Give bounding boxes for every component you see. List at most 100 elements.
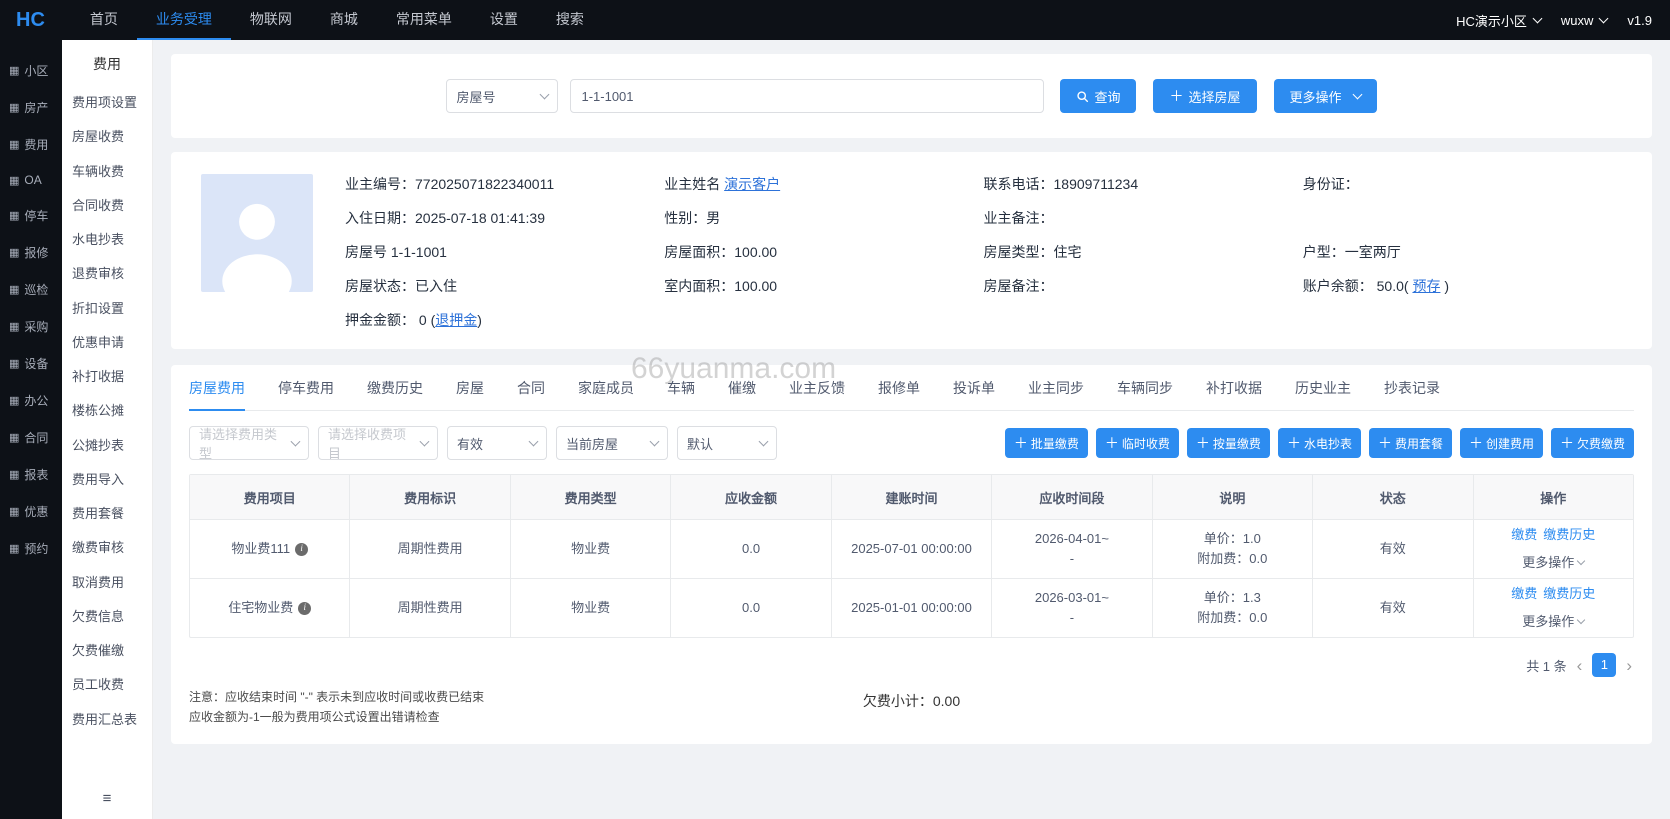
pay-link[interactable]: 缴费 bbox=[1511, 525, 1537, 545]
submenu-item[interactable]: 退费审核 bbox=[62, 257, 152, 291]
nav-item[interactable]: 商城 bbox=[311, 0, 377, 40]
tab[interactable]: 投诉单 bbox=[953, 378, 995, 411]
sidebar-module-item[interactable]: ▦ 预约 bbox=[0, 530, 62, 567]
tab[interactable]: 报修单 bbox=[878, 378, 920, 411]
owner-name-link[interactable]: 演示客户 bbox=[724, 176, 780, 192]
submenu-item[interactable]: 费用套餐 bbox=[62, 497, 152, 531]
tab[interactable]: 业主同步 bbox=[1028, 378, 1084, 411]
submenu-item[interactable]: 合同收费 bbox=[62, 189, 152, 223]
chevron-down-icon bbox=[290, 436, 301, 447]
submenu-item[interactable]: 员工收费 bbox=[62, 668, 152, 702]
sidebar-module-item[interactable]: ▦ 报修 bbox=[0, 234, 62, 271]
submenu-item[interactable]: 楼栋公摊 bbox=[62, 394, 152, 428]
sidebar-module-item[interactable]: ▦ 房产 bbox=[0, 89, 62, 126]
submenu-item[interactable]: 车辆收费 bbox=[62, 155, 152, 189]
page-button[interactable]: 1 bbox=[1592, 653, 1617, 677]
tab[interactable]: 家庭成员 bbox=[578, 378, 634, 411]
filter-select[interactable]: 有效 bbox=[447, 426, 547, 460]
select-house-button[interactable]: ＋ 选择房屋 bbox=[1153, 79, 1257, 113]
chevron-down-icon bbox=[540, 89, 550, 100]
house-number-input[interactable] bbox=[570, 79, 1045, 113]
sidebar-module-item[interactable]: ▦ 小区 bbox=[0, 52, 62, 89]
chevron-down-icon bbox=[1576, 557, 1586, 566]
sidebar-module-item[interactable]: ▦ 设备 bbox=[0, 345, 62, 382]
sidebar-module-item[interactable]: ▦ 报表 bbox=[0, 456, 62, 493]
fee-action-button[interactable]: ＋ 欠费缴费 bbox=[1550, 428, 1634, 458]
pay-history-link[interactable]: 缴费历史 bbox=[1543, 525, 1595, 545]
sidebar-module-item[interactable]: ▦ 优惠 bbox=[0, 493, 62, 530]
nav-item[interactable]: 业务受理 bbox=[136, 0, 231, 40]
nav-item[interactable]: 首页 bbox=[71, 0, 137, 40]
tab[interactable]: 停车费用 bbox=[278, 378, 334, 411]
pay-history-link[interactable]: 缴费历史 bbox=[1543, 584, 1595, 604]
info-icon[interactable]: i bbox=[298, 601, 312, 615]
nav-item[interactable]: 搜索 bbox=[537, 0, 603, 40]
fee-action-button[interactable]: ＋ 临时收费 bbox=[1095, 428, 1179, 458]
fee-action-button[interactable]: ＋ 费用套餐 bbox=[1368, 428, 1452, 458]
submenu-item[interactable]: 房屋收费 bbox=[62, 120, 152, 154]
query-button[interactable]: 查询 bbox=[1060, 79, 1137, 113]
community-selector[interactable]: HC演示小区 bbox=[1456, 11, 1543, 30]
more-actions-button[interactable]: 更多操作 bbox=[1273, 79, 1377, 113]
submenu-item[interactable]: 折扣设置 bbox=[62, 292, 152, 326]
submenu-item[interactable]: 欠费信息 bbox=[62, 600, 152, 634]
filter-select[interactable]: 请选择收费项目 bbox=[318, 426, 438, 461]
nav-item[interactable]: 设置 bbox=[471, 0, 537, 40]
submenu-item[interactable]: 水电抄表 bbox=[62, 223, 152, 257]
submenu-item[interactable]: 公摊抄表 bbox=[62, 429, 152, 463]
arrears-subtotal: 欠费小计：0.00 bbox=[862, 693, 961, 709]
fee-action-button[interactable]: ＋ 创建费用 bbox=[1459, 428, 1543, 458]
tab[interactable]: 缴费历史 bbox=[367, 378, 423, 411]
collapse-menu-icon[interactable]: ≡ bbox=[62, 782, 152, 819]
refund-deposit-link[interactable]: 退押金 bbox=[435, 312, 477, 328]
submenu-item[interactable]: 费用项设置 bbox=[62, 86, 152, 120]
app-logo[interactable]: HC bbox=[16, 9, 45, 32]
submenu-item[interactable]: 费用导入 bbox=[62, 463, 152, 497]
module-grid-icon: ▦ bbox=[9, 174, 20, 187]
tab[interactable]: 车辆同步 bbox=[1117, 378, 1173, 411]
submenu-item[interactable]: 欠费催缴 bbox=[62, 634, 152, 668]
filter-select[interactable]: 请选择费用类型 bbox=[189, 426, 309, 461]
sidebar-module-item[interactable]: ▦ 采购 bbox=[0, 308, 62, 345]
tab[interactable]: 催缴 bbox=[728, 378, 756, 411]
tab[interactable]: 业主反馈 bbox=[789, 378, 845, 411]
sidebar-module-item[interactable]: ▦ OA bbox=[0, 163, 62, 197]
info-icon[interactable]: i bbox=[295, 542, 309, 556]
sidebar-module-item[interactable]: ▦ 停车 bbox=[0, 197, 62, 234]
tab[interactable]: 抄表记录 bbox=[1384, 378, 1440, 411]
tab[interactable]: 房屋 bbox=[456, 378, 484, 411]
submenu-item[interactable]: 补打收据 bbox=[62, 360, 152, 394]
fee-action-button[interactable]: ＋ 按量缴费 bbox=[1186, 428, 1270, 458]
tab[interactable]: 房屋费用 bbox=[189, 378, 245, 411]
submenu-item[interactable]: 优惠申请 bbox=[62, 326, 152, 360]
pay-link[interactable]: 缴费 bbox=[1511, 584, 1537, 604]
filter-select[interactable]: 默认 bbox=[677, 426, 777, 460]
filter-select[interactable]: 当前房屋 bbox=[556, 426, 668, 460]
filter-selects: 请选择费用类型 请选择收费项目 有效 当前房屋 默认 bbox=[189, 426, 777, 461]
nav-item[interactable]: 物联网 bbox=[231, 0, 311, 40]
next-page-button[interactable]: › bbox=[1626, 657, 1632, 674]
sidebar-module-item[interactable]: ▦ 办公 bbox=[0, 382, 62, 419]
submenu-item[interactable]: 取消费用 bbox=[62, 566, 152, 600]
sidebar-module-item[interactable]: ▦ 费用 bbox=[0, 126, 62, 163]
column-header: 费用项目 bbox=[190, 475, 351, 519]
prestore-link[interactable]: 预存 bbox=[1412, 278, 1440, 294]
tab[interactable]: 车辆 bbox=[667, 378, 695, 411]
user-menu[interactable]: wuxw bbox=[1561, 13, 1609, 28]
submenu-item[interactable]: 费用汇总表 bbox=[62, 703, 152, 737]
tab[interactable]: 合同 bbox=[517, 378, 545, 411]
sidebar-module-item[interactable]: ▦ 巡检 bbox=[0, 271, 62, 308]
cell-description: 单价：1.0 附加费：0.0 bbox=[1153, 520, 1314, 578]
nav-item[interactable]: 常用菜单 bbox=[377, 0, 471, 40]
module-grid-icon: ▦ bbox=[9, 469, 20, 481]
prev-page-button[interactable]: ‹ bbox=[1577, 657, 1583, 674]
row-more-actions[interactable]: 更多操作 bbox=[1522, 553, 1586, 573]
search-type-select[interactable]: 房屋号 bbox=[446, 79, 559, 113]
tab[interactable]: 补打收据 bbox=[1206, 378, 1262, 411]
sidebar-module-item[interactable]: ▦ 合同 bbox=[0, 419, 62, 456]
tab[interactable]: 历史业主 bbox=[1295, 378, 1351, 411]
fee-action-button[interactable]: ＋ 水电抄表 bbox=[1277, 428, 1361, 458]
row-more-actions[interactable]: 更多操作 bbox=[1522, 612, 1586, 632]
fee-action-button[interactable]: ＋ 批量缴费 bbox=[1004, 428, 1088, 458]
submenu-item[interactable]: 缴费审核 bbox=[62, 531, 152, 565]
